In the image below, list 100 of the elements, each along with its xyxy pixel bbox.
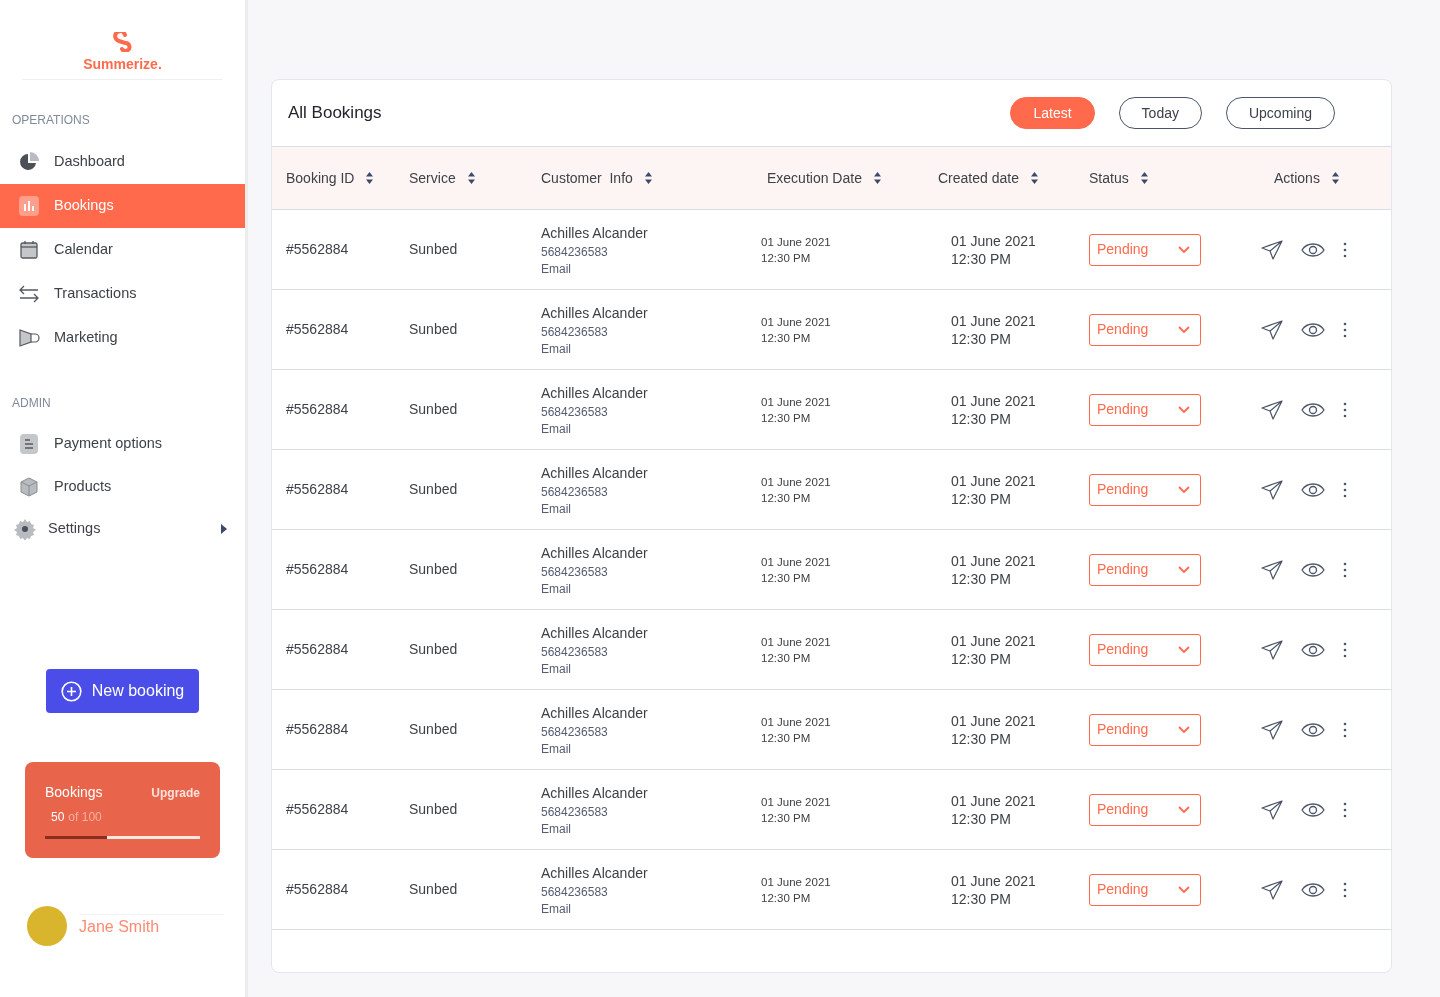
eye-icon[interactable] xyxy=(1301,802,1325,817)
send-icon[interactable] xyxy=(1261,559,1283,580)
filter-tab[interactable]: Upcoming xyxy=(1225,97,1335,129)
sort-icon[interactable] xyxy=(1331,172,1339,184)
chevron-down-icon xyxy=(1178,245,1190,254)
avatar xyxy=(27,906,67,946)
table-cell-text: Sunbed xyxy=(409,640,459,659)
send-icon[interactable] xyxy=(1261,639,1283,660)
chevron-down-icon xyxy=(1178,485,1190,494)
eye-icon[interactable] xyxy=(1301,402,1325,417)
more-icon[interactable] xyxy=(1343,641,1347,658)
customer-phone: 5684236583 xyxy=(541,563,609,581)
more-icon[interactable] xyxy=(1343,801,1347,818)
execution-time: 12:30 PM xyxy=(761,730,812,746)
customer-phone: 5684236583 xyxy=(541,643,609,661)
eye-icon[interactable] xyxy=(1301,722,1325,737)
sidebar-item[interactable]: Calendar xyxy=(0,228,245,272)
created-date: 01 June 2021 xyxy=(951,311,1037,330)
created-date: 01 June 2021 xyxy=(951,471,1037,490)
created-time: 12:30 PM xyxy=(951,889,1012,908)
new-booking-button[interactable]: New booking xyxy=(46,669,199,713)
created-time: 12:30 PM xyxy=(951,409,1012,428)
card-title: All Bookings xyxy=(288,102,382,125)
more-icon[interactable] xyxy=(1343,881,1347,898)
customer-phone: 5684236583 xyxy=(541,403,609,421)
customer-name: Achilles Alcander xyxy=(541,783,649,803)
column-header[interactable]: Created date xyxy=(938,167,1019,189)
more-icon[interactable] xyxy=(1343,401,1347,418)
sidebar-item[interactable]: Transactions xyxy=(0,272,245,316)
customer-phone: 5684236583 xyxy=(541,723,609,741)
box-icon xyxy=(18,476,40,497)
eye-icon[interactable] xyxy=(1301,642,1325,657)
sort-icon[interactable] xyxy=(1140,172,1148,184)
eye-icon[interactable] xyxy=(1301,882,1325,897)
sort-icon[interactable] xyxy=(1030,172,1038,184)
sidebar-item[interactable]: Settings xyxy=(0,508,245,550)
customer-email[interactable]: Email xyxy=(541,420,761,437)
created-time: 12:30 PM xyxy=(951,809,1012,828)
column-header[interactable]: Customer Info xyxy=(541,167,633,189)
customer-email[interactable]: Email xyxy=(541,260,761,277)
created-time: 12:30 PM xyxy=(951,489,1012,508)
eye-icon[interactable] xyxy=(1301,242,1325,257)
megaphone-icon xyxy=(18,328,40,348)
customer-phone: 5684236583 xyxy=(541,883,609,901)
more-icon[interactable] xyxy=(1343,241,1347,258)
created-date: 01 June 2021 xyxy=(951,631,1037,650)
customer-email[interactable]: Email xyxy=(541,740,761,757)
sidebar-item[interactable]: Products xyxy=(0,465,245,508)
customer-phone: 5684236583 xyxy=(541,483,609,501)
send-icon[interactable] xyxy=(1261,799,1283,820)
bar-chart-icon xyxy=(18,196,40,216)
more-icon[interactable] xyxy=(1343,561,1347,578)
eye-icon[interactable] xyxy=(1301,322,1325,337)
chevron-down-icon xyxy=(1178,405,1190,414)
send-icon[interactable] xyxy=(1261,879,1283,900)
arrows-icon xyxy=(18,285,40,303)
column-header[interactable]: Actions xyxy=(1274,167,1320,189)
more-icon[interactable] xyxy=(1343,721,1347,738)
customer-email[interactable]: Email xyxy=(541,660,761,677)
more-icon[interactable] xyxy=(1343,481,1347,498)
usage-total: of 100 xyxy=(68,809,102,826)
more-icon[interactable] xyxy=(1343,321,1347,338)
sort-icon[interactable] xyxy=(644,172,652,184)
customer-email[interactable]: Email xyxy=(541,820,761,837)
column-header[interactable]: Service xyxy=(409,167,456,189)
filter-tab[interactable]: Today xyxy=(1118,97,1202,129)
send-icon[interactable] xyxy=(1261,719,1283,740)
sidebar-item[interactable]: Payment options xyxy=(0,422,245,465)
sort-icon[interactable] xyxy=(873,172,881,184)
send-icon[interactable] xyxy=(1261,239,1283,260)
column-header[interactable]: Execution Date xyxy=(767,167,862,189)
column-header[interactable]: Status xyxy=(1089,167,1129,189)
table-cell-text: #5562884 xyxy=(286,480,350,499)
send-icon[interactable] xyxy=(1261,319,1283,340)
column-header[interactable]: Booking ID xyxy=(286,167,355,189)
execution-date: 01 June 2021 xyxy=(761,794,832,810)
send-icon[interactable] xyxy=(1261,479,1283,500)
sort-icon[interactable] xyxy=(467,172,475,184)
created-time: 12:30 PM xyxy=(951,569,1012,588)
execution-time: 12:30 PM xyxy=(761,890,812,906)
customer-email[interactable]: Email xyxy=(541,500,761,517)
customer-email[interactable]: Email xyxy=(541,900,761,917)
customer-name: Achilles Alcander xyxy=(541,383,649,403)
created-time: 12:30 PM xyxy=(951,249,1012,268)
created-date: 01 June 2021 xyxy=(951,711,1037,730)
sidebar-item[interactable]: Dashboard xyxy=(0,140,245,184)
sidebar-item[interactable]: Marketing xyxy=(0,316,245,360)
customer-email[interactable]: Email xyxy=(541,580,761,597)
sort-icon[interactable] xyxy=(366,172,374,184)
execution-date: 01 June 2021 xyxy=(761,314,832,330)
chevron-down-icon xyxy=(1178,325,1190,334)
eye-icon[interactable] xyxy=(1301,562,1325,577)
eye-icon[interactable] xyxy=(1301,482,1325,497)
execution-time: 12:30 PM xyxy=(761,250,812,266)
customer-phone: 5684236583 xyxy=(541,323,609,341)
customer-name: Achilles Alcander xyxy=(541,223,649,243)
customer-email[interactable]: Email xyxy=(541,340,761,357)
user-name: Jane Smith xyxy=(79,913,224,939)
send-icon[interactable] xyxy=(1261,399,1283,420)
table-cell-text: Sunbed xyxy=(409,800,459,819)
